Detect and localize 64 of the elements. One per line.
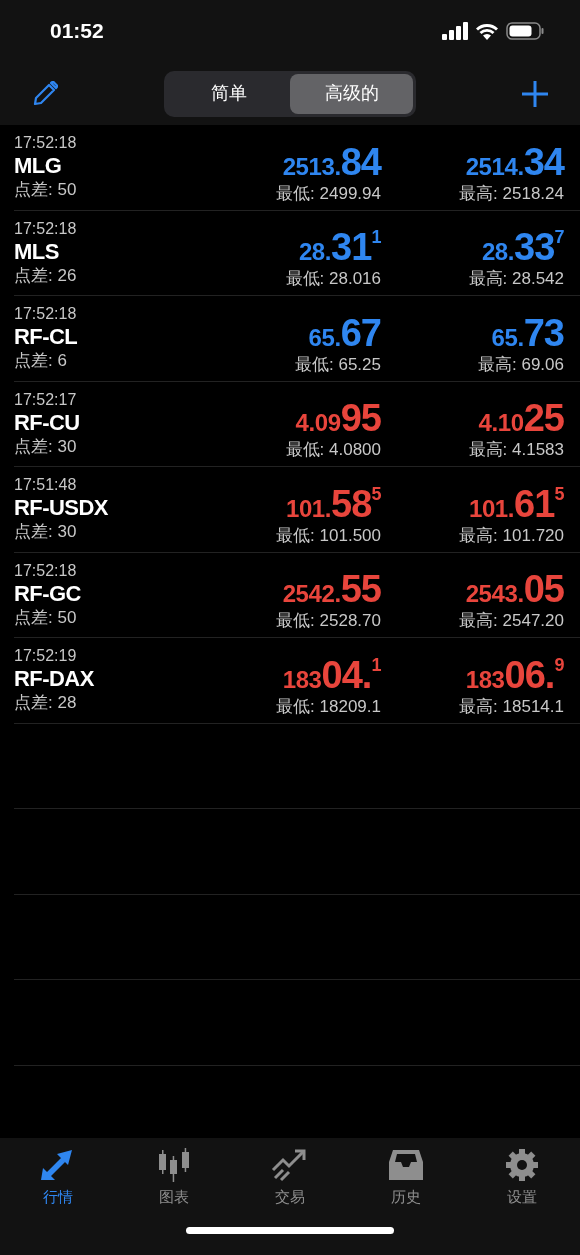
symbol: RF-GC [14, 580, 82, 607]
battery-icon [506, 22, 544, 40]
high-price: 最高: 18514.1 [459, 695, 564, 718]
price: 65.73 [491, 313, 564, 352]
high-price: 最高: 2547.20 [459, 610, 564, 632]
quote-row[interactable]: 17:52:18 MLG 点差: 50 2513.84 最低: 2499.94 2514.34 最高: 2518.24 [14, 125, 580, 211]
low-price: 最低: 2528.70 [276, 610, 381, 632]
tab-bar-item[interactable]: 行情 [0, 1148, 116, 1209]
trend-icon [271, 1148, 309, 1182]
quote-time: 17:52:18 [14, 560, 78, 581]
quote-row[interactable]: 17:52:18 RF-GC 点差: 50 2542.55 最低: 2528.70 2543.05 最高: 2547.20 [14, 552, 580, 638]
settings-icon [503, 1148, 541, 1182]
high-price: 最高: 69.06 [478, 353, 564, 376]
low-price: 最低: 28.016 [285, 268, 381, 290]
spread: 点差: 30 [14, 521, 78, 544]
price: 2513.84 [282, 142, 381, 181]
quote-time: 17:52:18 [14, 218, 78, 239]
high-price: 最高: 28.542 [468, 268, 564, 290]
symbol: RF-CU [14, 409, 81, 436]
price: 2543.05 [465, 570, 564, 608]
tab-bar-item[interactable]: 交易 [232, 1148, 348, 1209]
spread: 点差: 50 [14, 606, 78, 629]
low-price: 最低: 18209.1 [276, 695, 381, 718]
add-button[interactable] [520, 78, 550, 109]
quote-row[interactable]: 17:52:17 RF-CU 点差: 30 4.0995 最低: 4.0800 4.1025 最高: 4.1583 [14, 381, 580, 467]
symbol: RF-CL [14, 324, 79, 351]
tab-bar-item[interactable]: 历史 [348, 1148, 464, 1209]
quote-time: 17:52:18 [14, 304, 78, 325]
high-price: 最高: 2518.24 [459, 182, 564, 205]
spread: 点差: 26 [14, 264, 78, 287]
plus-icon [521, 79, 549, 108]
quote-row[interactable]: 17:52:18 RF-CL 点差: 6 65.67 最低: 65.25 65.73 最高: 69.06 [14, 296, 580, 382]
low-price: 最低: 4.0800 [285, 439, 381, 461]
clock: 01:52 [50, 18, 104, 45]
segment-tab[interactable]: 高级的 [290, 73, 413, 114]
symbol: RF-DAX [14, 666, 95, 693]
symbol: MLS [14, 238, 60, 265]
quote-time: 17:52:19 [14, 646, 78, 667]
symbol: MLG [14, 153, 63, 180]
price: 2542.55 [282, 570, 381, 608]
low-price: 最低: 2499.94 [276, 182, 381, 205]
spread: 点差: 28 [14, 692, 78, 715]
price: 4.1025 [478, 399, 564, 437]
inbox-icon [387, 1148, 425, 1182]
wifi-icon [475, 22, 499, 40]
quote-time: 17:51:48 [14, 475, 78, 496]
tab-bar-item[interactable]: 设置 [464, 1148, 580, 1209]
signal-icon [442, 22, 468, 40]
low-price: 最低: 101.500 [276, 524, 381, 547]
spread: 点差: 6 [14, 350, 68, 373]
symbol: RF-USDX [14, 495, 109, 522]
high-price: 最高: 4.1583 [468, 439, 564, 461]
price: 4.0995 [295, 399, 381, 437]
low-price: 最低: 65.25 [295, 353, 381, 376]
price: 2514.34 [465, 142, 564, 181]
tab-bar-item[interactable]: 图表 [116, 1148, 232, 1209]
pencil-icon [32, 80, 58, 107]
price: 65.67 [308, 313, 381, 352]
segment-tab[interactable]: 简单 [167, 73, 290, 114]
quote-time: 17:52:17 [14, 389, 78, 410]
high-price: 最高: 101.720 [459, 524, 564, 547]
quote-time: 17:52:18 [14, 133, 78, 154]
spread: 点差: 50 [14, 179, 78, 202]
spread: 点差: 30 [14, 435, 78, 458]
